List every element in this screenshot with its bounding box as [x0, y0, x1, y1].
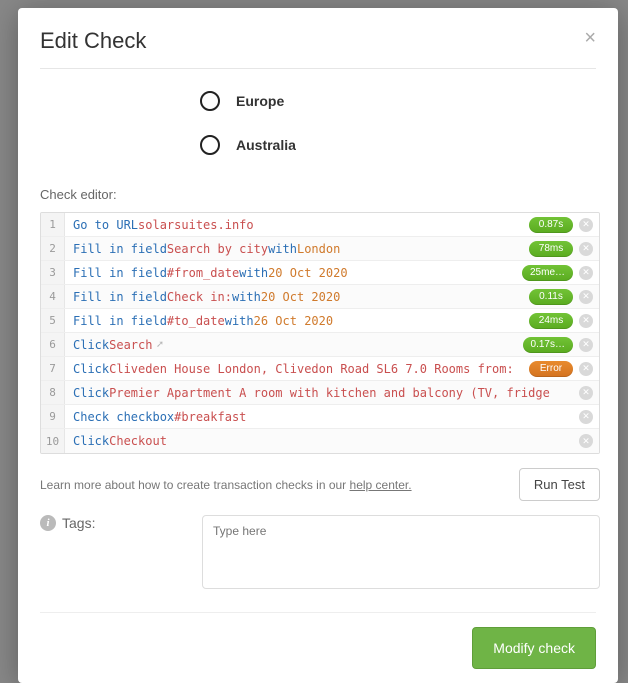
timing-pill: 25me…: [522, 265, 573, 281]
modal-footer: Modify check: [40, 612, 596, 669]
info-icon[interactable]: i: [40, 515, 56, 531]
line-number: 3: [41, 261, 65, 284]
line-number: 5: [41, 309, 65, 332]
editor-row[interactable]: 7Click Cliveden House London, Clivedon R…: [41, 357, 599, 381]
step-code[interactable]: Fill in field #from_date with 20 Oct 202…: [65, 261, 585, 284]
radio-option-europe[interactable]: Europe: [200, 79, 600, 123]
radio-label: Europe: [236, 93, 284, 109]
delete-step-icon[interactable]: ✕: [579, 242, 593, 256]
line-number: 8: [41, 381, 65, 404]
editor-row[interactable]: 5Fill in field #to_date with 26 Oct 2020…: [41, 309, 599, 333]
close-icon[interactable]: ×: [584, 28, 596, 48]
radio-icon: [200, 135, 220, 155]
timing-pill: 0.87s: [529, 217, 573, 233]
check-editor: 1Go to URL solarsuites.info0.87s✕2Fill i…: [40, 212, 600, 454]
editor-row[interactable]: 10Click Checkout✕: [41, 429, 599, 453]
modify-check-button[interactable]: Modify check: [472, 627, 596, 669]
row-actions: 0.11s ✕: [521, 285, 599, 308]
editor-row[interactable]: 1Go to URL solarsuites.info0.87s ✕: [41, 213, 599, 237]
editor-row[interactable]: 8Click Premier Apartment A room with kit…: [41, 381, 599, 405]
row-actions: ✕: [571, 381, 599, 404]
row-actions: ✕: [571, 429, 599, 453]
line-number: 7: [41, 357, 65, 380]
line-number: 4: [41, 285, 65, 308]
editor-row[interactable]: 4Fill in field Check in: with 20 Oct 202…: [41, 285, 599, 309]
help-row: Learn more about how to create transacti…: [40, 468, 600, 501]
editor-row[interactable]: 2Fill in field Search by city with Londo…: [41, 237, 599, 261]
editor-row[interactable]: 3Fill in field #from_date with 20 Oct 20…: [41, 261, 599, 285]
row-actions: 0.17s… ✕: [515, 333, 599, 356]
help-center-link[interactable]: help center.: [350, 478, 412, 492]
tags-row: i Tags:: [40, 515, 600, 589]
delete-step-icon[interactable]: ✕: [579, 434, 593, 448]
tags-input[interactable]: [202, 515, 600, 589]
line-number: 9: [41, 405, 65, 428]
timing-pill: 24ms: [529, 313, 573, 329]
delete-step-icon[interactable]: ✕: [579, 266, 593, 280]
tags-label-wrap: i Tags:: [40, 515, 190, 531]
delete-step-icon[interactable]: ✕: [579, 410, 593, 424]
radio-label: Australia: [236, 137, 296, 153]
modal-scroll-area[interactable]: Europe Australia Check editor: 1Go to UR…: [40, 69, 606, 612]
timing-pill: 0.11s: [529, 289, 573, 305]
delete-step-icon[interactable]: ✕: [579, 338, 593, 352]
line-number: 1: [41, 213, 65, 236]
editor-row[interactable]: 6Click Search➚0.17s… ✕: [41, 333, 599, 357]
timing-pill: 0.17s…: [523, 337, 573, 353]
delete-step-icon[interactable]: ✕: [579, 362, 593, 376]
line-number: 10: [41, 429, 65, 453]
delete-step-icon[interactable]: ✕: [579, 314, 593, 328]
row-actions: 24ms ✕: [521, 309, 599, 332]
modal-header: Edit Check ×: [40, 28, 596, 69]
delete-step-icon[interactable]: ✕: [579, 290, 593, 304]
timing-pill: Error: [529, 361, 573, 377]
step-code[interactable]: Fill in field Search by city with London: [65, 237, 585, 260]
step-code[interactable]: Go to URL solarsuites.info: [65, 213, 585, 236]
help-text: Learn more about how to create transacti…: [40, 478, 412, 492]
delete-step-icon[interactable]: ✕: [579, 386, 593, 400]
run-test-button[interactable]: Run Test: [519, 468, 600, 501]
arrow-icon: ➚: [156, 338, 163, 351]
step-code[interactable]: Click Cliveden House London, Clivedon Ro…: [65, 357, 585, 380]
timing-pill: 78ms: [529, 241, 573, 257]
step-code[interactable]: Fill in field Check in: with 20 Oct 2020: [65, 285, 585, 308]
modal-title: Edit Check: [40, 28, 146, 54]
delete-step-icon[interactable]: ✕: [579, 218, 593, 232]
tags-label: Tags:: [62, 515, 95, 531]
row-actions: ✕: [571, 405, 599, 428]
help-prefix: Learn more about how to create transacti…: [40, 478, 350, 492]
region-radio-group: Europe Australia: [40, 69, 600, 183]
step-code[interactable]: Check checkbox #breakfast: [65, 405, 585, 428]
step-code[interactable]: Click Checkout: [65, 429, 585, 453]
modal-edit-check: Edit Check × Europe Australia Check edit…: [18, 8, 618, 683]
radio-option-australia[interactable]: Australia: [200, 123, 600, 167]
editor-row[interactable]: 9Check checkbox #breakfast✕: [41, 405, 599, 429]
editor-body[interactable]: 1Go to URL solarsuites.info0.87s✕2Fill i…: [41, 213, 599, 453]
step-code[interactable]: Click Search➚: [65, 333, 585, 356]
row-actions: Error ✕: [521, 357, 599, 380]
editor-label: Check editor:: [40, 187, 600, 202]
step-code[interactable]: Fill in field #to_date with 26 Oct 2020: [65, 309, 585, 332]
step-code[interactable]: Click Premier Apartment A room with kitc…: [65, 381, 585, 404]
line-number: 6: [41, 333, 65, 356]
line-number: 2: [41, 237, 65, 260]
row-actions: 25me… ✕: [514, 261, 599, 284]
row-actions: 0.87s ✕: [521, 213, 599, 236]
row-actions: 78ms ✕: [521, 237, 599, 260]
radio-icon: [200, 91, 220, 111]
